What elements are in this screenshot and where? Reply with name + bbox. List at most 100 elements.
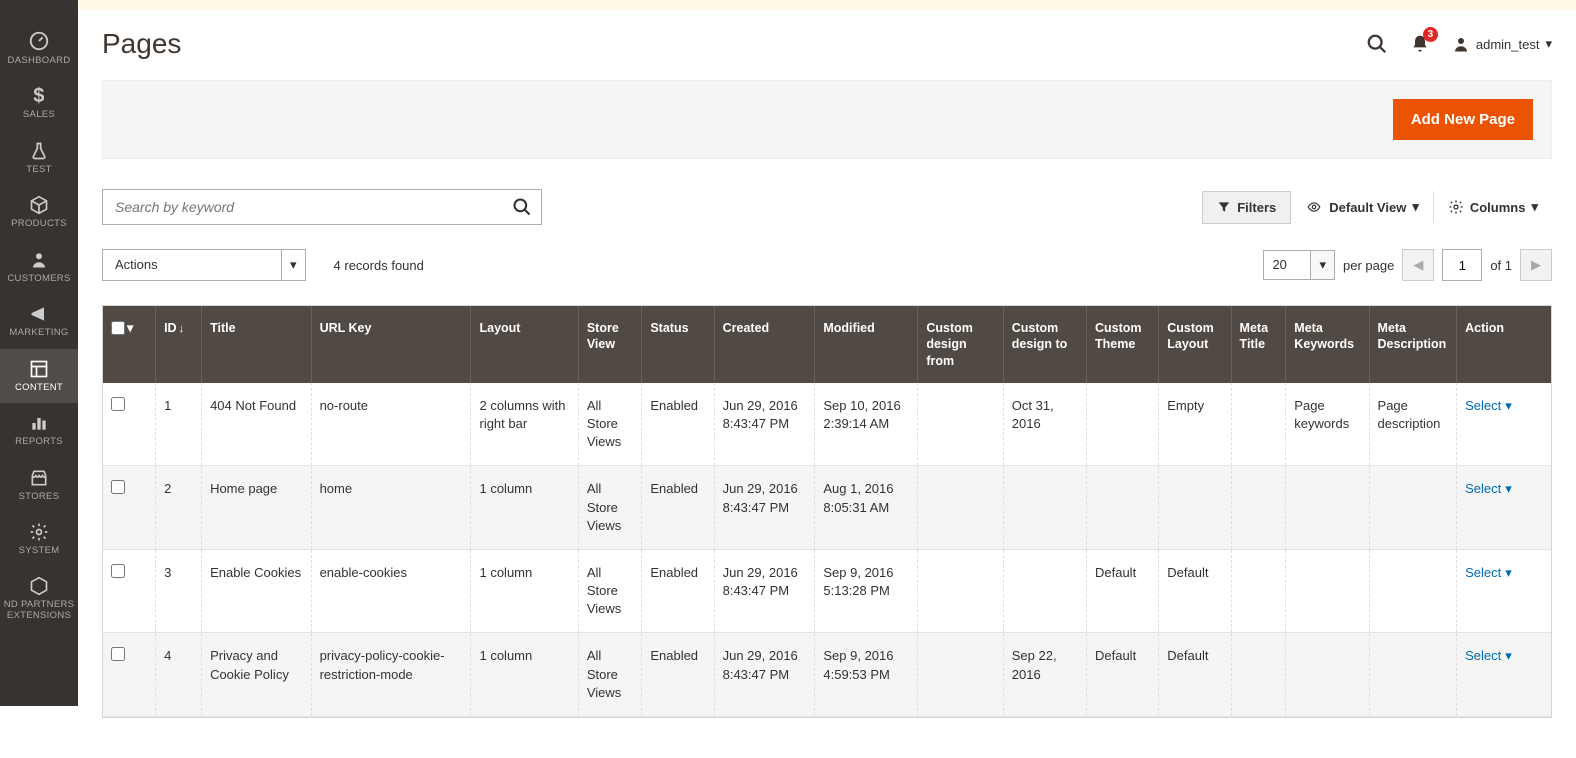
select-all-checkbox[interactable] [111,321,125,335]
search-icon[interactable] [512,197,532,217]
row-checkbox[interactable] [111,480,125,494]
sidebar-item-products[interactable]: PRODUCTS [0,185,78,239]
cell-created: Jun 29, 2016 8:43:47 PM [714,633,815,717]
col-meta-title[interactable]: Meta Title [1231,306,1286,383]
pages-grid: ▾ ID↓ Title URL Key Layout Store View St… [102,305,1552,718]
select-action[interactable]: Select ▾ [1465,397,1543,415]
sidebar-label: CONTENT [15,383,63,393]
columns-button[interactable]: Columns ▾ [1434,191,1552,223]
cell-store-view: All Store Views [578,383,642,466]
cell-store-view: All Store Views [578,549,642,633]
sidebar: DASHBOARD $ SALES TEST PRODUCTS CUSTOMER… [0,0,78,706]
col-custom-theme[interactable]: Custom Theme [1086,306,1158,383]
cell-custom-theme [1086,466,1158,550]
chevron-down-icon: ▾ [1531,199,1538,215]
chevron-down-icon: ▾ [1505,480,1512,498]
cell-title: Home page [202,466,312,550]
table-row[interactable]: 2 Home page home 1 column All Store View… [103,466,1551,550]
main-content: Pages 3 admin_test ▾ Add New Page [78,0,1576,758]
layout-icon [29,359,49,379]
filters-button[interactable]: Filters [1202,191,1291,224]
sidebar-item-test[interactable]: TEST [0,131,78,185]
row-checkbox[interactable] [111,647,125,661]
sidebar-item-partners[interactable]: ND PARTNERS EXTENSIONS [0,566,78,631]
user-menu[interactable]: admin_test ▾ [1452,35,1552,53]
select-action[interactable]: Select ▾ [1465,480,1543,498]
cell-store-view: All Store Views [578,633,642,717]
cell-checkbox [103,633,156,717]
per-page-dropdown[interactable]: ▾ [1311,250,1335,280]
chevron-down-icon: ▾ [1505,564,1512,582]
sort-arrow-icon: ↓ [179,323,185,335]
col-meta-keywords[interactable]: Meta Keywords [1286,306,1369,383]
search-input[interactable] [102,189,542,225]
col-id[interactable]: ID↓ [156,306,202,383]
cell-action: Select ▾ [1457,633,1551,717]
sidebar-item-customers[interactable]: CUSTOMERS [0,240,78,294]
chevron-down-icon[interactable]: ▾ [282,249,306,281]
sidebar-item-system[interactable]: SYSTEM [0,512,78,566]
sidebar-item-stores[interactable]: STORES [0,458,78,512]
cell-custom-layout: Default [1159,549,1231,633]
filters-label: Filters [1237,200,1276,215]
per-page-value[interactable]: 20 [1263,250,1311,280]
col-created[interactable]: Created [714,306,815,383]
cell-layout: 2 columns with right bar [471,383,578,466]
header-actions: 3 admin_test ▾ [1366,33,1552,55]
sidebar-label: ND PARTNERS EXTENSIONS [2,600,76,621]
cell-status: Enabled [642,383,714,466]
col-meta-description[interactable]: Meta Description [1369,306,1457,383]
cell-meta-keywords [1286,549,1369,633]
default-view-button[interactable]: Default View ▾ [1291,191,1434,223]
current-page-input[interactable] [1442,249,1482,281]
col-custom-layout[interactable]: Custom Layout [1159,306,1231,383]
sidebar-logo [0,0,78,20]
chevron-down-icon[interactable]: ▾ [127,320,133,336]
select-action[interactable]: Select ▾ [1465,564,1543,582]
user-icon [1452,35,1470,53]
cell-status: Enabled [642,549,714,633]
col-custom-design-to[interactable]: Custom design to [1003,306,1086,383]
row-checkbox[interactable] [111,397,125,411]
cell-modified: Sep 9, 2016 4:59:53 PM [815,633,918,717]
col-title[interactable]: Title [202,306,312,383]
col-modified[interactable]: Modified [815,306,918,383]
search-icon [1366,33,1388,55]
notifications-button[interactable]: 3 [1410,33,1430,55]
col-checkbox[interactable]: ▾ [103,306,156,383]
add-new-page-button[interactable]: Add New Page [1393,99,1533,140]
cell-url-key: enable-cookies [311,549,471,633]
cell-custom-design-from [918,466,1003,550]
cell-custom-design-to [1003,549,1086,633]
sidebar-item-marketing[interactable]: MARKETING [0,294,78,348]
cell-meta-title [1231,383,1286,466]
select-action[interactable]: Select ▾ [1465,647,1543,665]
cell-layout: 1 column [471,549,578,633]
sidebar-item-dashboard[interactable]: DASHBOARD [0,20,78,76]
sidebar-item-content[interactable]: CONTENT [0,349,78,403]
cell-modified: Sep 10, 2016 2:39:14 AM [815,383,918,466]
next-page-button[interactable]: ▶ [1520,249,1552,281]
table-row[interactable]: 1 404 Not Found no-route 2 columns with … [103,383,1551,466]
notification-badge: 3 [1423,27,1438,42]
actions-dropdown[interactable]: Actions ▾ [102,249,306,281]
table-row[interactable]: 4 Privacy and Cookie Policy privacy-poli… [103,633,1551,717]
sidebar-label: MARKETING [9,328,68,338]
grid-toolbar: Filters Default View ▾ Columns ▾ [102,189,1552,225]
sidebar-item-reports[interactable]: REPORTS [0,403,78,457]
eye-icon [1305,200,1323,214]
sidebar-label: STORES [19,492,60,502]
col-status[interactable]: Status [642,306,714,383]
table-row[interactable]: 3 Enable Cookies enable-cookies 1 column… [103,549,1551,633]
col-store-view[interactable]: Store View [578,306,642,383]
page-header: Pages 3 admin_test ▾ [102,10,1552,68]
sidebar-item-sales[interactable]: $ SALES [0,76,78,130]
row-checkbox[interactable] [111,564,125,578]
col-layout[interactable]: Layout [471,306,578,383]
col-url-key[interactable]: URL Key [311,306,471,383]
col-action[interactable]: Action [1457,306,1551,383]
search-toggle[interactable] [1366,33,1388,55]
col-custom-design-from[interactable]: Custom design from [918,306,1003,383]
prev-page-button[interactable]: ◀ [1402,249,1434,281]
columns-label: Columns [1470,200,1526,215]
